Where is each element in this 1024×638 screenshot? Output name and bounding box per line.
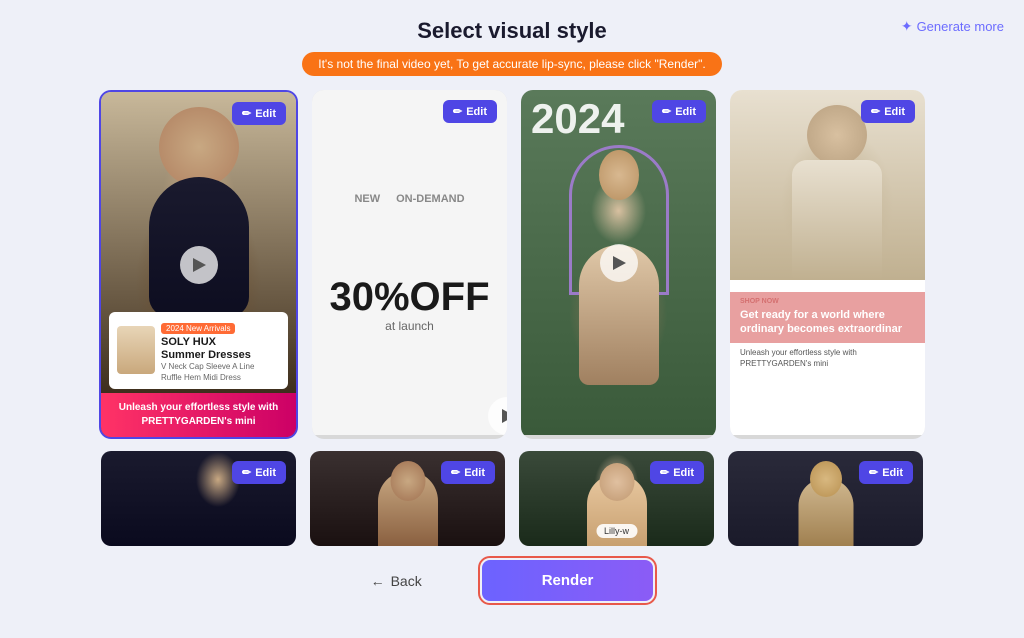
- edit-icon-3: ✏: [662, 105, 671, 118]
- launch-text: at launch: [385, 319, 434, 333]
- bottom-card-1[interactable]: ✏ Edit: [101, 451, 296, 546]
- card-1[interactable]: ✏ Edit 2024 New Arrivals SOLY HUX: [99, 90, 298, 439]
- shop-now-pink: SHOP NOW: [740, 298, 915, 305]
- card-1-play-button[interactable]: [180, 246, 218, 284]
- card-4-pink-section: SHOP NOW Get ready for a world where ord…: [730, 292, 925, 343]
- generate-more-label: Generate more: [917, 19, 1004, 34]
- card-1-bottom-text: Unleash your effortless style with PRETT…: [101, 393, 296, 437]
- card-2-tabs: NEW ON-DEMAND: [354, 193, 464, 205]
- cards-row-top: ✏ Edit 2024 New Arrivals SOLY HUX: [20, 90, 1004, 439]
- card-2-preview: ✏ Edit NEW ON-DEMAND 30%OFF at launch Un…: [312, 90, 507, 435]
- card-3-preview: ✏ Edit 2024 SHOP NOW YOUNG FOREVER: [521, 90, 716, 435]
- notice-banner: It's not the final video yet, To get acc…: [302, 52, 721, 76]
- card-4-pink-title: Get ready for a world where ordinary bec…: [740, 308, 915, 337]
- edit-icon-bc4: ✏: [869, 466, 878, 479]
- edit-icon-bc1: ✏: [242, 466, 251, 479]
- edit-icon-bc2: ✏: [451, 466, 460, 479]
- footer-bar: ← Back Render: [20, 560, 1004, 611]
- card-4-edit-button[interactable]: ✏ Edit: [861, 100, 915, 123]
- product-brand: SOLY HUX: [161, 336, 280, 349]
- card-3-edit-button[interactable]: ✏ Edit: [652, 100, 706, 123]
- card-4-preview: ✏ Edit SHOP NOW Get ready for a world wh…: [730, 90, 925, 435]
- card-2-play-button[interactable]: [488, 397, 507, 435]
- bottom-card-4[interactable]: ✏ Edit: [728, 451, 923, 546]
- product-badge: 2024 New Arrivals: [161, 323, 235, 334]
- lilly-label: Lilly-w: [596, 524, 637, 538]
- product-detail2: Ruffle Hem Midi Dress: [161, 373, 280, 383]
- card-2[interactable]: ✏ Edit NEW ON-DEMAND 30%OFF at launch Un…: [312, 90, 507, 439]
- bottom-card-3[interactable]: Lilly-w ✏ Edit: [519, 451, 714, 546]
- back-label: Back: [391, 573, 422, 589]
- generate-more-button[interactable]: ✦ Generate more: [901, 18, 1004, 35]
- bottom-card-1-edit-button[interactable]: ✏ Edit: [232, 461, 286, 484]
- back-arrow-icon: ←: [371, 573, 385, 589]
- sparkle-icon: ✦: [901, 18, 913, 35]
- bottom-card-2-edit-button[interactable]: ✏ Edit: [441, 461, 495, 484]
- product-thumbnail: [117, 326, 155, 374]
- discount-text: 30%OFF: [329, 277, 489, 317]
- card-4-white-text: Unleash your effortless style with PRETT…: [730, 343, 925, 375]
- edit-icon-bc3: ✏: [660, 466, 669, 479]
- edit-icon-2: ✏: [453, 105, 462, 118]
- back-button[interactable]: ← Back: [371, 573, 422, 589]
- product-name: Summer Dresses: [161, 349, 280, 362]
- torn-edge: [730, 280, 925, 292]
- card-4[interactable]: ✏ Edit SHOP NOW Get ready for a world wh…: [730, 90, 925, 439]
- card-1-preview: ✏ Edit 2024 New Arrivals SOLY HUX: [101, 92, 296, 437]
- product-info-box: 2024 New Arrivals SOLY HUX Summer Dresse…: [109, 312, 288, 389]
- card-3-play-button[interactable]: [600, 244, 638, 282]
- product-detail1: V Neck Cap Sleeve A Line: [161, 362, 280, 372]
- page-title: Select visual style: [417, 18, 607, 44]
- bottom-card-3-edit-button[interactable]: ✏ Edit: [650, 461, 704, 484]
- render-button[interactable]: Render: [482, 560, 654, 601]
- card-1-edit-button[interactable]: ✏ Edit: [232, 102, 286, 125]
- render-label: Render: [542, 572, 594, 589]
- card-3[interactable]: ✏ Edit 2024 SHOP NOW YOUNG FOREVER: [521, 90, 716, 439]
- year-text: 2024: [531, 98, 624, 140]
- edit-icon-4: ✏: [871, 105, 880, 118]
- card-1-overlay: 2024 New Arrivals SOLY HUX Summer Dresse…: [101, 312, 296, 437]
- page-container: Select visual style It's not the final v…: [0, 0, 1024, 638]
- cards-row-bottom: ✏ Edit ✏ Edit Lilly-w ✏ Edit: [20, 451, 1004, 546]
- card-2-edit-button[interactable]: ✏ Edit: [443, 100, 497, 123]
- bottom-card-4-edit-button[interactable]: ✏ Edit: [859, 461, 913, 484]
- product-text: 2024 New Arrivals SOLY HUX Summer Dresse…: [161, 318, 280, 383]
- tab-new: NEW: [354, 193, 380, 205]
- card-2-content: NEW ON-DEMAND 30%OFF at launch: [312, 90, 507, 435]
- bottom-card-2[interactable]: ✏ Edit: [310, 451, 505, 546]
- tab-ondemand: ON-DEMAND: [396, 193, 464, 205]
- edit-icon: ✏: [242, 107, 251, 120]
